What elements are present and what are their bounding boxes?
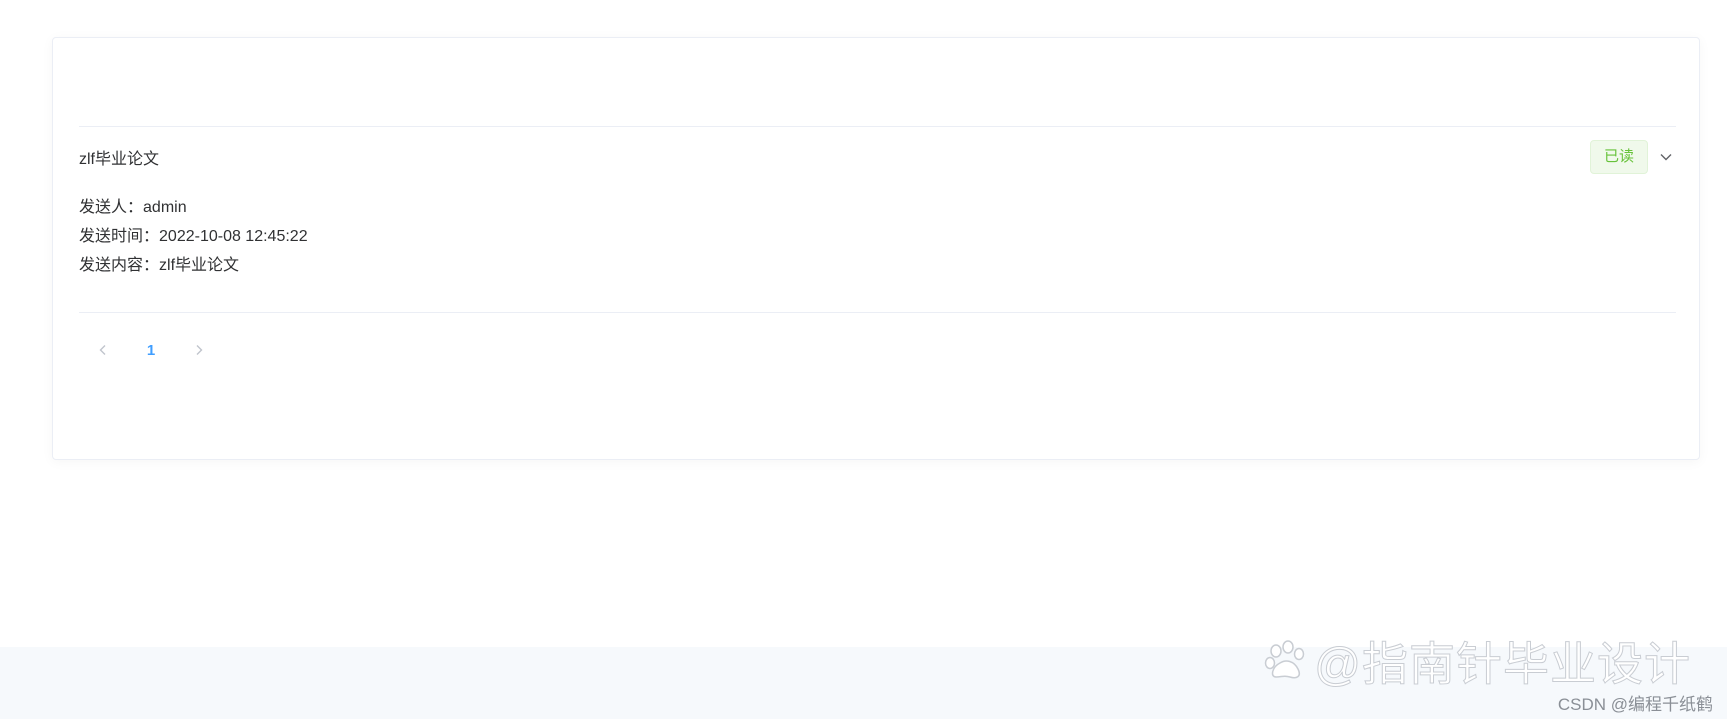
- watermark-text: @指南针毕业设计: [1314, 638, 1691, 691]
- message-collapse-body: 发送人：admin 发送时间：2022-10-08 12:45:22 发送内容：…: [79, 187, 1676, 312]
- message-collapse: zlf毕业论文 已读 发送人：admin 发送时间：2022-10-08 12:…: [79, 126, 1676, 313]
- page: zlf毕业论文 已读 发送人：admin 发送时间：2022-10-08 12:…: [0, 0, 1727, 719]
- sender-row: 发送人：admin: [79, 193, 1676, 222]
- time-row: 发送时间：2022-10-08 12:45:22: [79, 222, 1676, 251]
- baidu-paw-icon: [1265, 640, 1305, 679]
- page-number-button[interactable]: 1: [127, 334, 175, 366]
- message-title: zlf毕业论文: [79, 151, 160, 168]
- chevron-right-icon: [196, 345, 203, 355]
- content-row: 发送内容：zlf毕业论文: [79, 251, 1676, 280]
- message-collapse-header[interactable]: zlf毕业论文 已读: [79, 127, 1676, 187]
- csdn-credit: CSDN @编程千纸鹤: [1557, 695, 1713, 714]
- watermark: @指南针毕业设计: [1262, 628, 1691, 694]
- prev-page-button[interactable]: [79, 334, 127, 366]
- sender-label: 发送人：: [79, 199, 144, 216]
- message-card: zlf毕业论文 已读 发送人：admin 发送时间：2022-10-08 12:…: [52, 37, 1700, 460]
- time-value: 2022-10-08 12:45:22: [159, 228, 308, 245]
- sender-value: admin: [143, 199, 187, 216]
- status-badge: 已读: [1589, 140, 1648, 174]
- pagination: 1: [79, 334, 223, 366]
- header-right: 已读: [1589, 140, 1676, 174]
- chevron-left-icon: [99, 345, 106, 355]
- content-label: 发送内容：: [79, 257, 160, 274]
- time-label: 发送时间：: [79, 228, 160, 245]
- chevron-down-icon[interactable]: [1656, 147, 1676, 167]
- next-page-button[interactable]: [175, 334, 223, 366]
- content-value: zlf毕业论文: [159, 257, 240, 274]
